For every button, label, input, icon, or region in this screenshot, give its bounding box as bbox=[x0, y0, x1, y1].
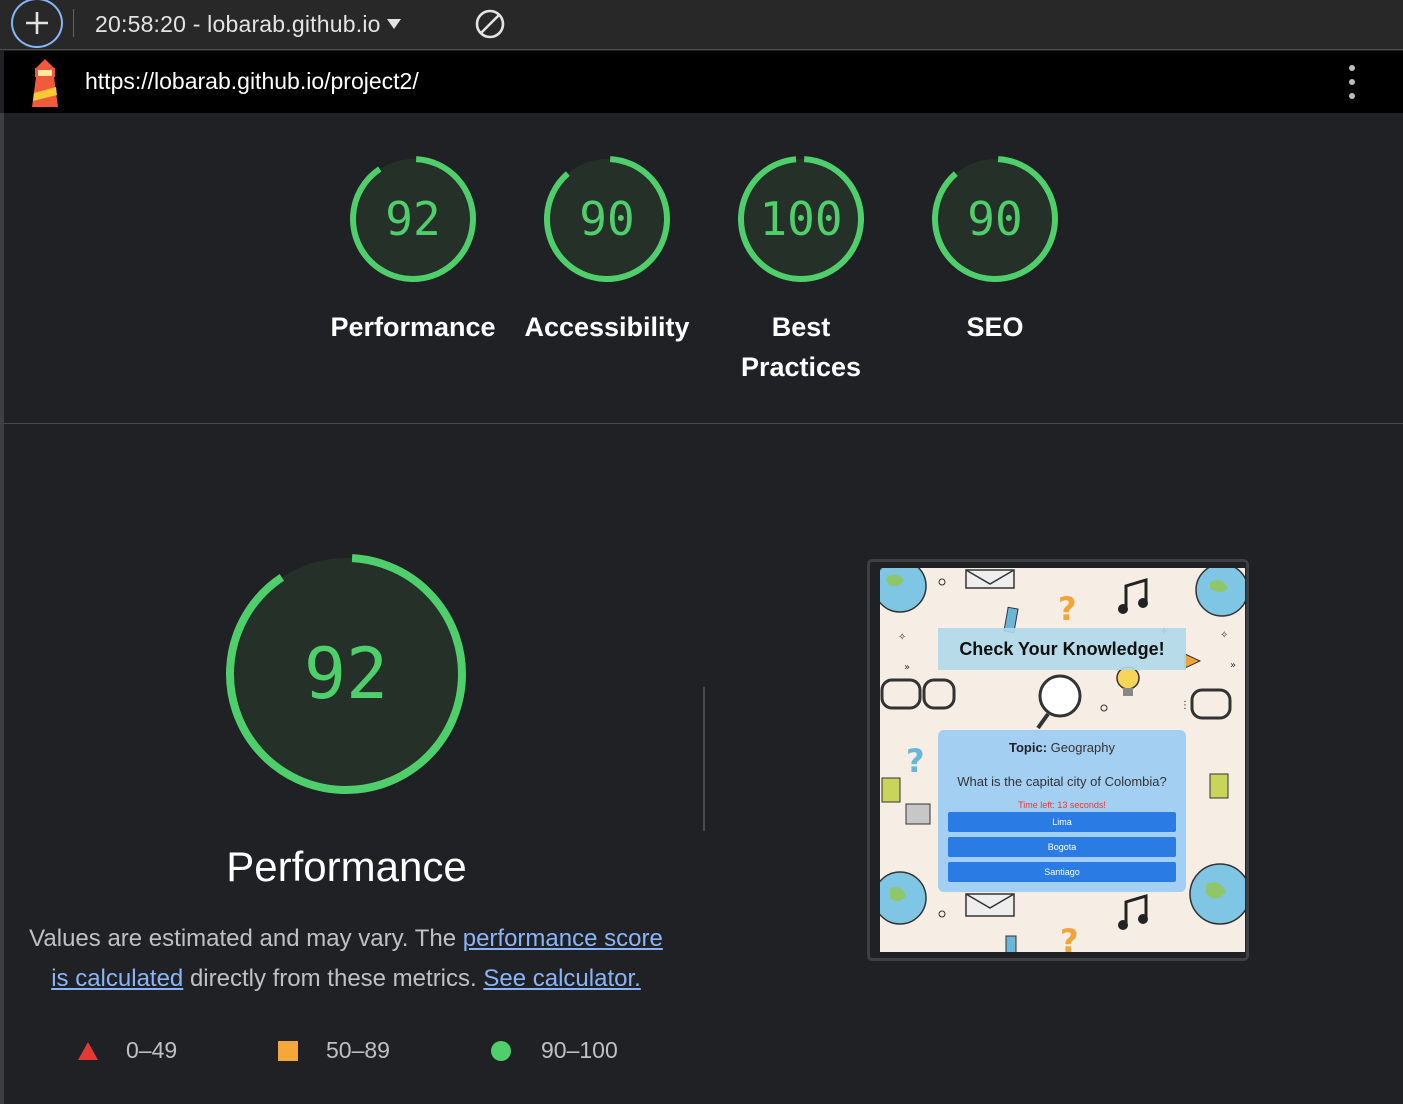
gauge-seo[interactable]: 90 SEO bbox=[910, 153, 1080, 347]
gauge-ring: 90 bbox=[544, 156, 670, 282]
legend-average: 50–89 bbox=[278, 1037, 390, 1064]
gauge-score: 90 bbox=[967, 192, 1022, 246]
gauge-label: Best Practices bbox=[740, 312, 862, 382]
clear-reports-button[interactable] bbox=[474, 8, 506, 40]
svg-text:✧: ✧ bbox=[898, 632, 906, 643]
gauge-score: 90 bbox=[579, 192, 634, 246]
quiz-timer: Time left: 13 seconds! bbox=[1018, 800, 1106, 810]
square-icon bbox=[278, 1040, 298, 1061]
lighthouse-panel: 20:58:20 - lobarab.github.io https://lob… bbox=[0, 0, 1403, 1104]
gauge-label: SEO bbox=[966, 312, 1024, 342]
score-summary: 92 Performance 90 Accessibility 100 Best… bbox=[4, 113, 1403, 424]
answer-button: Lima bbox=[948, 812, 1176, 832]
performance-title: Performance bbox=[226, 843, 467, 890]
see-calculator-link[interactable]: See calculator. bbox=[483, 965, 640, 992]
gauge-ring: 92 bbox=[350, 156, 476, 282]
legend-fail: 0–49 bbox=[78, 1037, 177, 1064]
performance-description: Values are estimated and may vary. The p… bbox=[29, 925, 663, 992]
gauge-label: Performance bbox=[330, 312, 496, 342]
lighthouse-logo-icon bbox=[32, 59, 58, 107]
section-divider bbox=[703, 687, 705, 831]
triangle-icon bbox=[78, 1041, 98, 1060]
svg-text:?: ? bbox=[906, 742, 925, 780]
quiz-question: What is the capital city of Colombia? bbox=[957, 774, 1167, 789]
page-url: https://lobarab.github.io/project2/ bbox=[85, 68, 419, 94]
gauge-score: 92 bbox=[385, 192, 440, 246]
toolbar: 20:58:20 - lobarab.github.io bbox=[0, 0, 1403, 50]
gauge-accessibility[interactable]: 90 Accessibility bbox=[522, 153, 692, 347]
gauge-performance[interactable]: 92 Performance bbox=[328, 153, 498, 347]
svg-text:»: » bbox=[1230, 660, 1236, 671]
caret-down-icon bbox=[386, 19, 401, 29]
more-options-kebab-icon[interactable] bbox=[1342, 65, 1362, 99]
answer-button: Santiago bbox=[948, 862, 1176, 882]
final-screenshot: ? ? ? ⋮ » » ✧ ✧ Check Your Knowledge! To… bbox=[880, 568, 1245, 952]
legend-pass: 90–100 bbox=[491, 1037, 618, 1064]
url-bar: https://lobarab.github.io/project2/ bbox=[4, 51, 1403, 113]
quiz-card: Topic: Geography What is the capital cit… bbox=[938, 730, 1186, 892]
gauge-ring: 100 bbox=[738, 156, 864, 282]
performance-score: 92 bbox=[304, 633, 388, 715]
gauge-best-practices[interactable]: 100 Best Practices bbox=[716, 153, 886, 387]
app-banner: Check Your Knowledge! bbox=[938, 628, 1186, 670]
svg-text:✧: ✧ bbox=[1220, 630, 1228, 641]
quiz-topic: Topic: Geography bbox=[1009, 740, 1115, 755]
toolbar-separator bbox=[73, 9, 74, 37]
svg-text:?: ? bbox=[1058, 590, 1077, 628]
new-report-button[interactable] bbox=[11, 0, 63, 48]
svg-text:»: » bbox=[904, 662, 910, 673]
svg-text:⋮: ⋮ bbox=[1180, 700, 1190, 711]
plus-icon bbox=[26, 12, 48, 34]
report-selector[interactable]: 20:58:20 - lobarab.github.io bbox=[95, 9, 401, 39]
circle-icon bbox=[491, 1040, 511, 1061]
gauge-label: Accessibility bbox=[524, 312, 690, 342]
report-selector-label: 20:58:20 - lobarab.github.io bbox=[95, 10, 381, 37]
performance-gauge: 92 bbox=[226, 554, 466, 794]
answer-button: Bogota bbox=[948, 837, 1176, 857]
svg-text:?: ? bbox=[1060, 922, 1079, 952]
gauge-ring: 90 bbox=[932, 156, 1058, 282]
gauge-score: 100 bbox=[759, 192, 842, 246]
